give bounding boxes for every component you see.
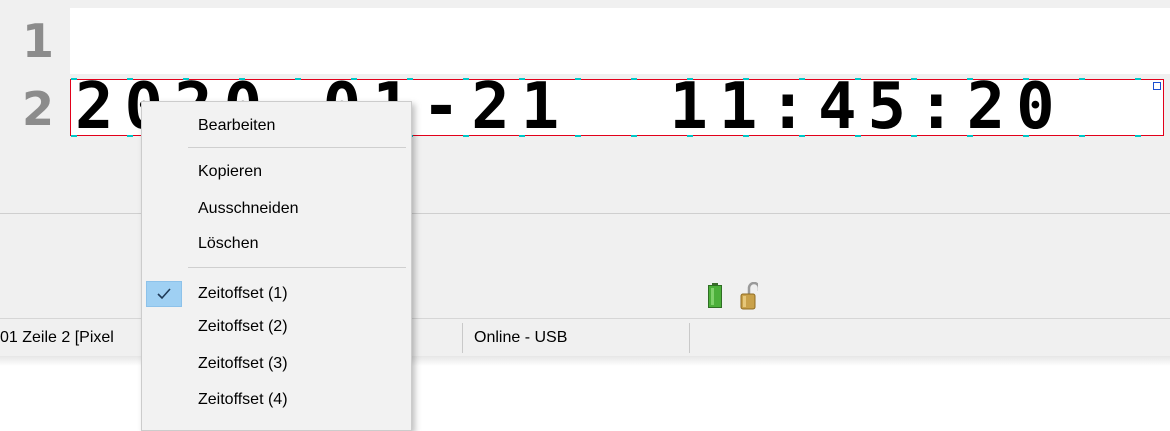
status-separator — [689, 323, 690, 353]
menu-separator — [188, 267, 406, 268]
status-separator — [462, 323, 463, 353]
menu-item-zeitoffset-4[interactable]: Zeitoffset (4) — [142, 385, 410, 415]
menu-item-label: Bearbeiten — [198, 117, 276, 134]
menu-item-bearbeiten[interactable]: Bearbeiten — [142, 111, 410, 141]
checked-state-highlight — [146, 281, 182, 307]
resize-handle[interactable] — [1153, 82, 1161, 90]
status-connection: Online - USB — [474, 329, 568, 346]
menu-item-zeitoffset-1[interactable]: Zeitoffset (1) — [142, 279, 410, 309]
unlocked-padlock-icon — [740, 282, 758, 310]
menu-separator — [188, 147, 406, 148]
menu-item-label: Ausschneiden — [198, 200, 299, 217]
menu-item-label: Zeitoffset (2) — [198, 318, 288, 335]
menu-item-kopieren[interactable]: Kopieren — [142, 157, 410, 187]
context-menu: Bearbeiten Kopieren Ausschneiden Löschen… — [141, 101, 412, 431]
display-line-1[interactable] — [70, 8, 1170, 74]
checkmark-icon — [157, 288, 171, 300]
menu-item-label: Zeitoffset (3) — [198, 355, 288, 372]
menu-item-label: Zeitoffset (4) — [198, 391, 288, 408]
menu-item-loeschen[interactable]: Löschen — [142, 229, 410, 259]
line-number-2: 2 — [22, 82, 55, 136]
menu-item-zeitoffset-2[interactable]: Zeitoffset (2) — [142, 312, 410, 342]
battery-icon — [708, 283, 722, 308]
menu-item-label: Löschen — [198, 235, 259, 252]
line-number-1: 1 — [22, 14, 55, 68]
menu-item-zeitoffset-3[interactable]: Zeitoffset (3) — [142, 349, 410, 379]
menu-item-label: Kopieren — [198, 163, 263, 180]
menu-item-ausschneiden[interactable]: Ausschneiden — [142, 194, 410, 224]
menu-item-label: Zeitoffset (1) — [198, 285, 288, 302]
